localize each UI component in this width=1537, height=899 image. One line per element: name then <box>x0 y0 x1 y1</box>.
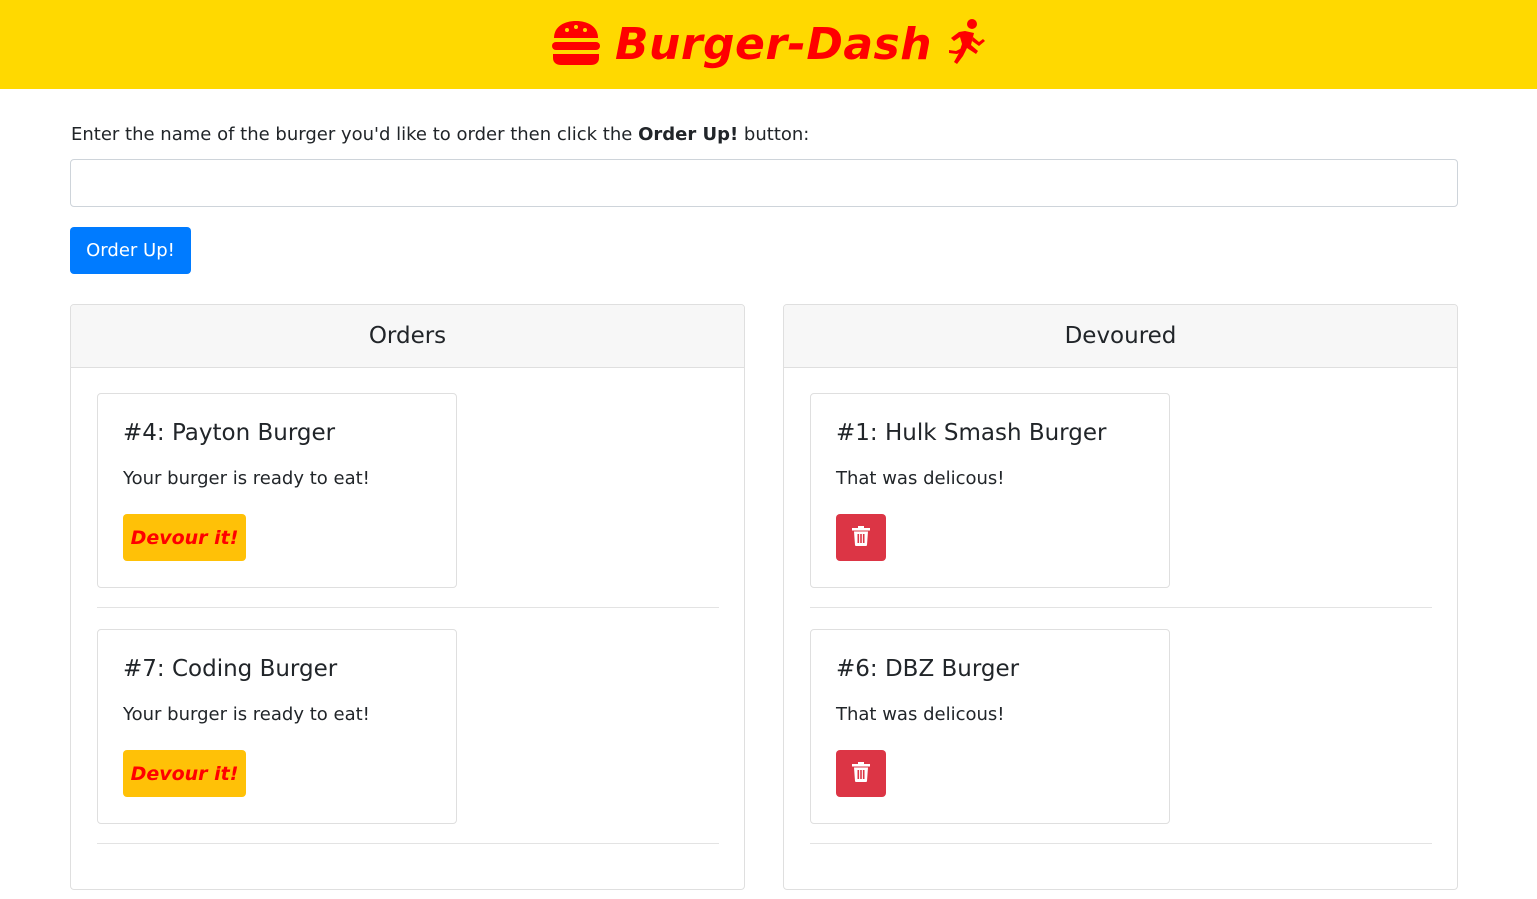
devoured-heading: Devoured <box>784 305 1457 368</box>
burger-status-text: Your burger is ready to eat! <box>123 704 370 725</box>
card-divider <box>810 607 1432 608</box>
devoured-card: #1: Hulk Smash Burger That was delicous! <box>810 393 1170 588</box>
instructions-bold-label: Order Up! <box>638 124 739 145</box>
burger-title: #6: DBZ Burger <box>836 656 1020 682</box>
trash-icon <box>852 526 870 549</box>
devoured-card: #6: DBZ Burger That was delicous! <box>810 629 1170 824</box>
card-divider <box>97 843 719 844</box>
burger-title: #4: Payton Burger <box>123 420 336 446</box>
orders-panel: Orders #4: Payton Burger Your burger is … <box>70 304 745 890</box>
running-person-icon <box>946 18 986 72</box>
trash-icon <box>852 762 870 785</box>
order-up-button[interactable]: Order Up! <box>70 227 191 274</box>
brand-title: Burger-Dash <box>614 19 933 70</box>
orders-heading: Orders <box>71 305 744 368</box>
burger-icon <box>551 20 601 70</box>
burger-title: #7: Coding Burger <box>123 656 338 682</box>
devour-button[interactable]: Devour it! <box>123 514 246 561</box>
devour-button[interactable]: Devour it! <box>123 750 246 797</box>
order-card: #4: Payton Burger Your burger is ready t… <box>97 393 457 588</box>
order-card: #7: Coding Burger Your burger is ready t… <box>97 629 457 824</box>
burger-status-text: That was delicous! <box>836 704 1005 725</box>
order-instructions: Enter the name of the burger you'd like … <box>71 123 809 147</box>
delete-button[interactable] <box>836 514 886 561</box>
burger-name-input[interactable] <box>70 159 1458 207</box>
brand[interactable]: Burger-Dash <box>551 18 986 72</box>
card-divider <box>97 607 719 608</box>
card-divider <box>810 843 1432 844</box>
burger-title: #1: Hulk Smash Burger <box>836 420 1107 446</box>
burger-status-text: Your burger is ready to eat! <box>123 468 370 489</box>
instructions-text-start: Enter the name of the burger you'd like … <box>71 124 639 145</box>
burger-status-text: That was delicous! <box>836 468 1005 489</box>
delete-button[interactable] <box>836 750 886 797</box>
instructions-text-end: button: <box>738 124 810 145</box>
devoured-panel: Devoured #1: Hulk Smash Burger That was … <box>783 304 1458 890</box>
navbar: Burger-Dash <box>0 0 1537 89</box>
